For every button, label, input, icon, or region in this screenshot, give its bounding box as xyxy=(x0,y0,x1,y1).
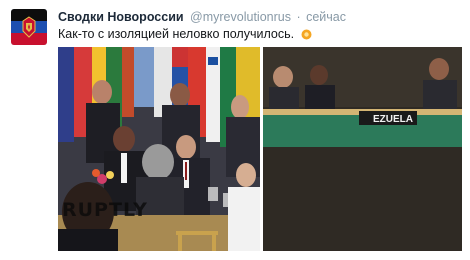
yellow-dot-emoji-icon xyxy=(301,28,312,44)
tweet-text: Как-то с изоляцией неловко получилось. xyxy=(58,26,312,44)
account-name[interactable]: Сводки Новороссии xyxy=(58,10,184,24)
tweet-text-content: Как-то с изоляцией неловко получилось. xyxy=(58,27,295,41)
avatar[interactable] xyxy=(11,9,47,45)
tweet-photo-left[interactable]: RUPTLY xyxy=(58,47,260,251)
separator-dot: · xyxy=(296,10,301,24)
delegate-photo xyxy=(263,47,462,251)
novorossiya-flag-icon xyxy=(11,9,47,45)
tweet-timestamp[interactable]: сейчас xyxy=(306,10,346,24)
tweet-card[interactable]: Сводки Новороссии @myrevolutionrus · сей… xyxy=(0,0,470,260)
tweet-header: Сводки Новороссии @myrevolutionrus · сей… xyxy=(58,9,346,25)
tweet-photo-right[interactable]: EZUELA xyxy=(263,47,462,251)
country-nameplate: EZUELA xyxy=(373,114,413,125)
ruptly-watermark: RUPTLY xyxy=(62,199,148,221)
account-handle[interactable]: @myrevolutionrus xyxy=(190,10,291,24)
